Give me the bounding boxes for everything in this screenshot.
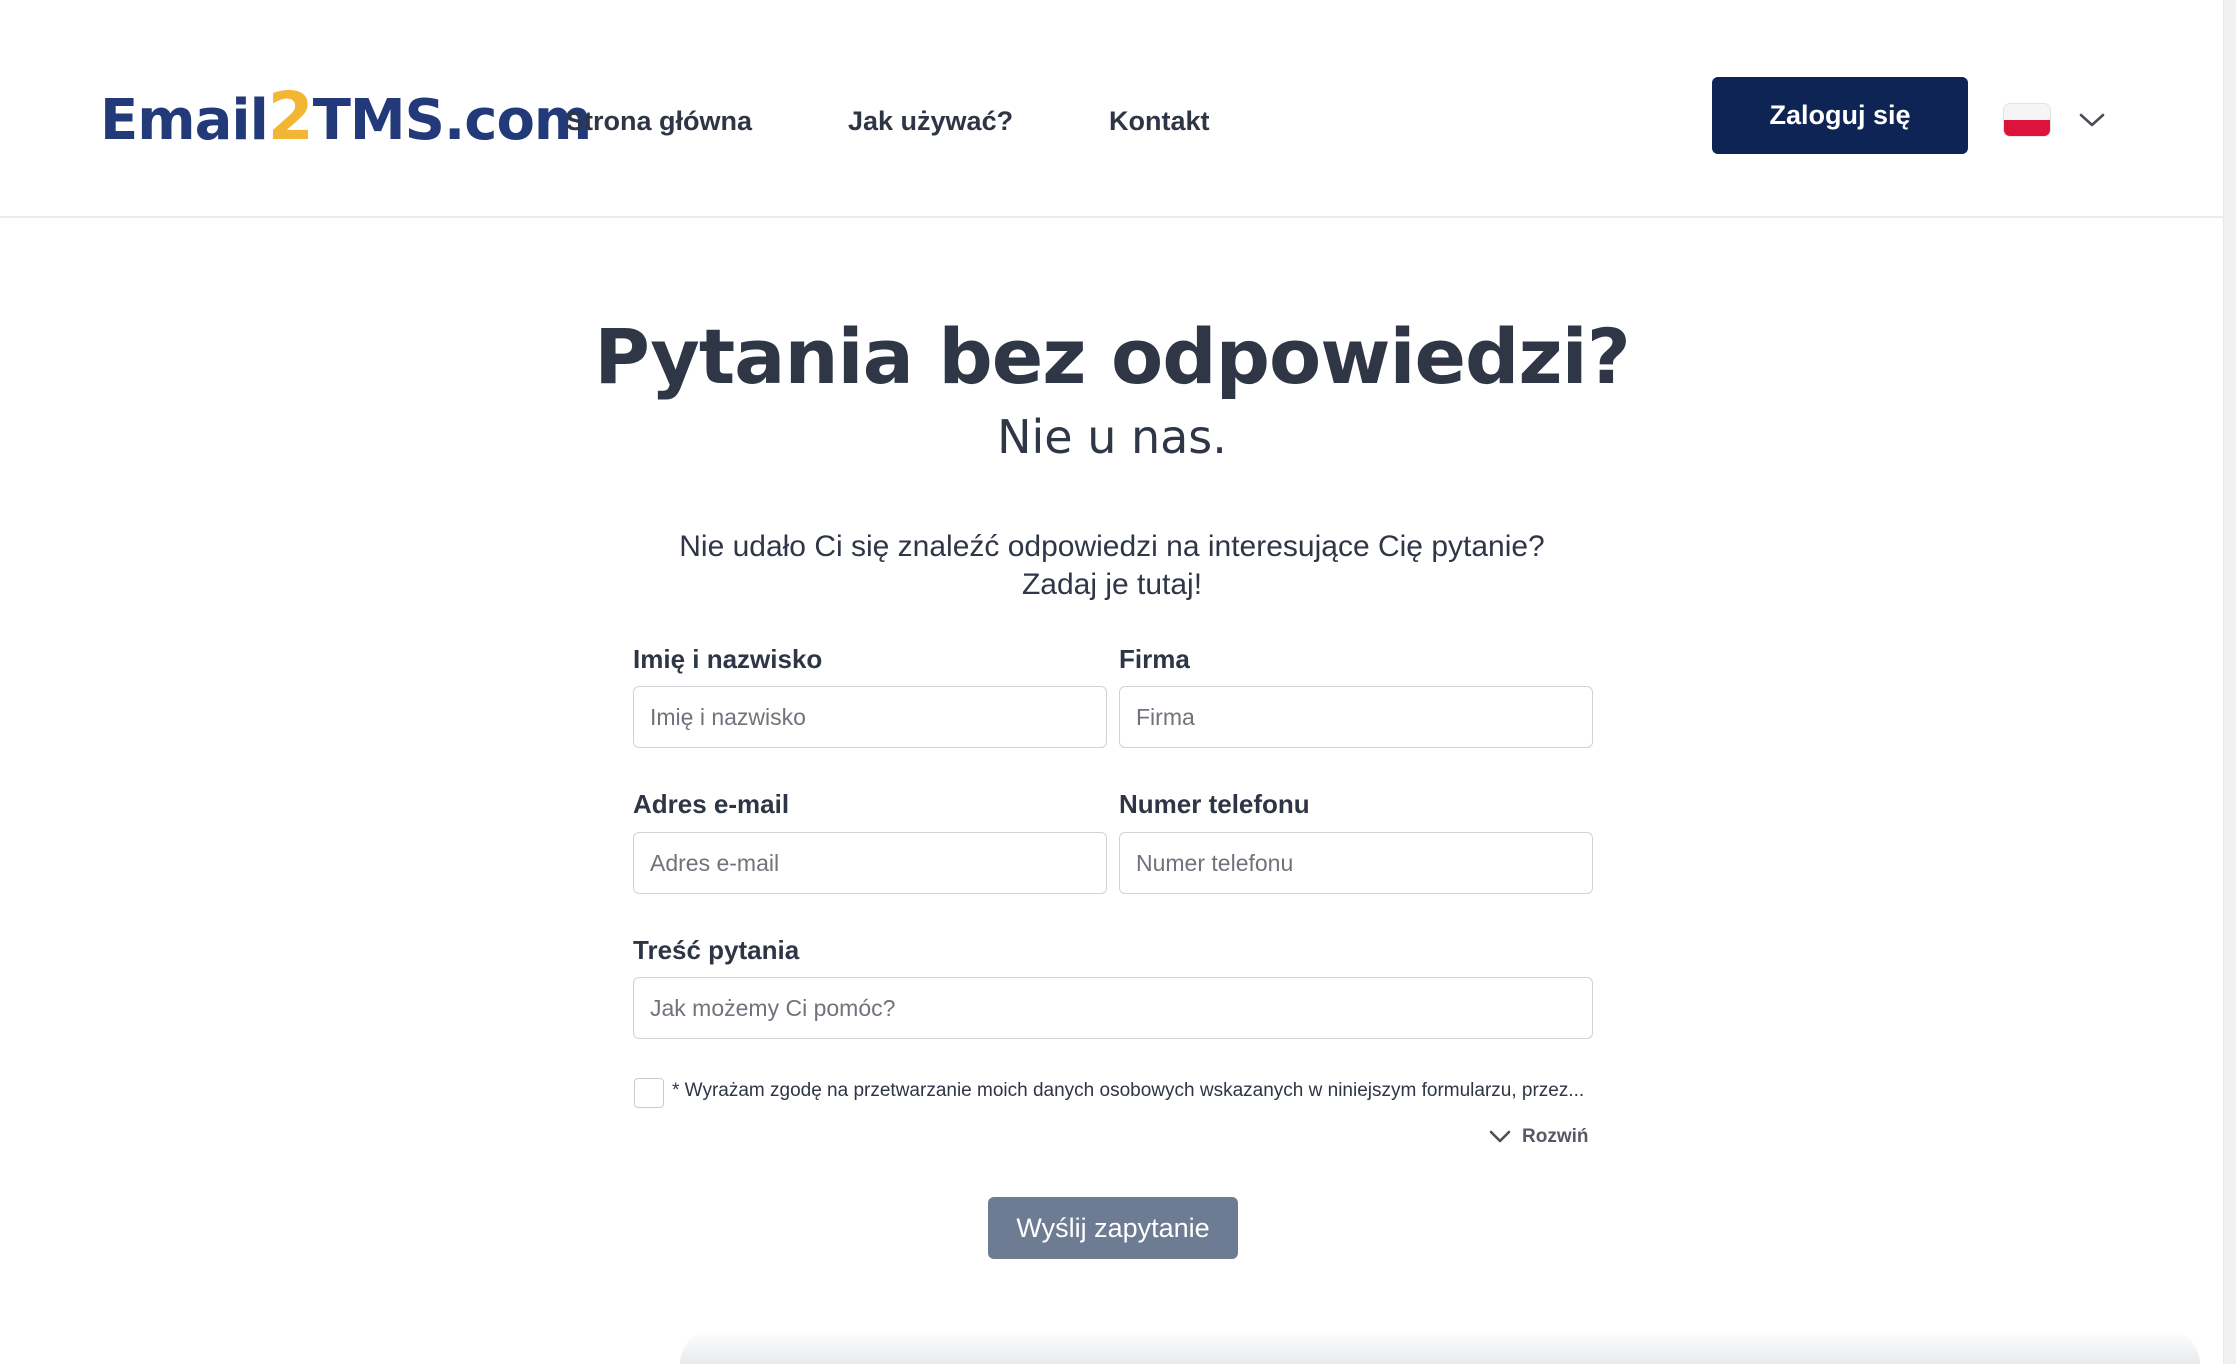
page-title: Pytania bez odpowiedzi? (594, 312, 1631, 401)
company-label: Firma (1119, 644, 1190, 674)
site-logo[interactable]: Email2TMS.com (100, 78, 593, 155)
name-label: Imię i nazwisko (633, 644, 823, 674)
intro-text: Nie udało Ci się znaleźć odpowiedzi na i… (0, 528, 2224, 604)
page-scrollbar[interactable] (2223, 0, 2236, 1364)
consent-checkbox[interactable] (634, 1078, 664, 1108)
expand-consent-toggle[interactable]: Rozwiń (1488, 1126, 1589, 1148)
logo-text-two: 2 (267, 78, 314, 155)
intro-line-1: Nie udało Ci się znaleźć odpowiedzi na i… (679, 530, 1545, 563)
nav-link-home[interactable]: Strona główna (566, 106, 752, 137)
intro-line-2: Zadaj je tutaj! (1021, 568, 1203, 601)
nav-link-contact[interactable]: Kontakt (1109, 106, 1210, 137)
chevron-down-icon (1489, 1130, 1511, 1143)
page-subtitle: Nie u nas. (997, 410, 1227, 464)
company-input[interactable] (1119, 686, 1593, 748)
nav-link-how-to-use[interactable]: Jak używać? (848, 106, 1013, 137)
expand-label: Rozwiń (1522, 1126, 1589, 1147)
site-header: Email2TMS.com Strona główna Jak używać? … (0, 0, 2224, 218)
chevron-down-icon[interactable] (2078, 110, 2106, 130)
email-label: Adres e-mail (633, 789, 790, 819)
next-section-edge (680, 1330, 2200, 1364)
name-input[interactable] (633, 686, 1107, 748)
login-button[interactable]: Zaloguj się (1712, 77, 1968, 154)
message-label: Treść pytania (633, 935, 800, 965)
email-input[interactable] (633, 832, 1107, 894)
phone-label: Numer telefonu (1119, 789, 1310, 819)
message-input[interactable] (633, 977, 1593, 1039)
logo-text-tms: TMS.com (312, 88, 593, 153)
phone-input[interactable] (1119, 832, 1593, 894)
consent-text: * Wyrażam zgodę na przetwarzanie moich d… (672, 1080, 1585, 1101)
submit-button[interactable]: Wyślij zapytanie (988, 1197, 1238, 1259)
poland-flag-icon[interactable] (2004, 104, 2050, 136)
logo-text-email: Email (100, 88, 269, 153)
